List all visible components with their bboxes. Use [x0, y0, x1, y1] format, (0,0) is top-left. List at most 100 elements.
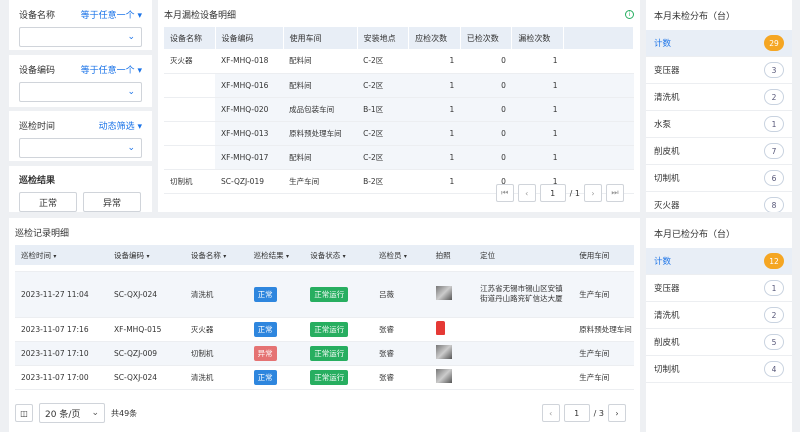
count-badge: 8 [764, 197, 784, 212]
page-input[interactable]: 1 [539, 184, 566, 202]
stat-label: 水泵 [654, 120, 672, 130]
table-cell: XF-MHQ-020 [215, 97, 284, 122]
table-row[interactable]: XF-MHQ-013 原料预处理车间 C-2区 1 0 1 [164, 121, 634, 146]
stat-row[interactable]: 削皮机 5 [646, 329, 792, 356]
missed-pager: ⏮ ‹ 1 / 1 › ⏭ [495, 184, 624, 202]
photo-thumbnail[interactable] [435, 369, 452, 383]
col-header[interactable]: 设备编码 ▾ [108, 245, 185, 265]
next-page-button[interactable]: › [584, 184, 602, 202]
checked-panel: 本月已检分布（台） 计数 12 变压器 1 清洗机 2 削皮机 5 切制机 4 [646, 218, 792, 432]
result-tag: 正常 [253, 286, 277, 302]
col-header[interactable]: 使用车间 [573, 245, 634, 265]
cell-code: SC-QZJ-009 [108, 341, 185, 366]
table-row[interactable]: XF-MHQ-017 配料间 C-2区 1 0 1 [164, 145, 634, 170]
cell-time: 2023-11-07 17:10 [15, 341, 109, 366]
abnormal-button[interactable]: 异常 [83, 192, 141, 212]
extinguisher-photo[interactable] [435, 321, 445, 335]
status-tag: 正常运行 [310, 345, 349, 361]
stat-label: 清洗机 [654, 311, 680, 321]
table-cell: 1 [511, 73, 564, 98]
inspect-time-select[interactable]: ⌄ [19, 138, 142, 158]
records-table-wrap[interactable]: 巡检时间 ▾ 设备编码 ▾ 设备名称 ▾ 巡检结果 ▾ 设备状态 ▾ 巡检员 ▾ 拍照 定位使… [15, 245, 634, 397]
filter-result: 巡检结果 正常 异常 [9, 166, 152, 212]
col-header[interactable]: 定位 [474, 245, 574, 265]
filter-mode-dropdown[interactable]: 动态筛选 ▾ [99, 119, 142, 132]
table-cell: 1 [408, 97, 461, 122]
table-cell: 配料间 [283, 49, 358, 74]
next-page-button[interactable]: › [608, 404, 626, 422]
table-cell: 灭火器 [164, 49, 216, 74]
cell-location [474, 365, 574, 390]
stat-row[interactable]: 变压器 1 [646, 275, 792, 302]
col-header[interactable]: 设备状态 ▾ [304, 245, 373, 265]
stat-row[interactable]: 清洗机 2 [646, 302, 792, 329]
prev-page-button[interactable]: ‹ [541, 404, 560, 422]
count-badge: 2 [764, 89, 784, 105]
count-badge: 12 [764, 253, 784, 269]
table-row[interactable]: 2023-11-07 17:00 SC-QXJ-024 清洗机 正常 正常运行 张睿 生产车… [15, 365, 634, 390]
table-cell: B-2区 [357, 169, 409, 194]
stat-row-total[interactable]: 计数 29 [646, 30, 792, 57]
cell-name: 切制机 [184, 341, 248, 366]
table-cell: 切制机 [164, 169, 216, 194]
page-input[interactable]: 1 [563, 404, 590, 422]
page-size-select[interactable]: 20 条/页 ⌄ [39, 403, 105, 423]
col-header: 应检次数 [408, 27, 461, 49]
col-header: 漏检次数 [511, 27, 564, 49]
records-panel: 巡检记录明细 巡检时间 ▾ 设备编码 ▾ 设备名称 ▾ 巡检结果 ▾ 设备状态 ▾ 巡检员… [9, 218, 640, 432]
last-page-button[interactable]: ⏭ [606, 184, 624, 202]
photo-thumbnail[interactable] [435, 286, 452, 300]
stat-row-total[interactable]: 计数 12 [646, 248, 792, 275]
stat-row[interactable]: 清洗机 2 [646, 84, 792, 111]
stat-row[interactable]: 削皮机 7 [646, 138, 792, 165]
count-badge: 3 [764, 62, 784, 78]
filter-mode-dropdown[interactable]: 等于任意一个 ▾ [81, 63, 142, 76]
stat-row[interactable]: 灭火器 8 [646, 192, 792, 212]
records-table: 巡检时间 ▾ 设备编码 ▾ 设备名称 ▾ 巡检结果 ▾ 设备状态 ▾ 巡检员 ▾ 拍照 定位使… [15, 245, 634, 390]
stat-label: 削皮机 [654, 338, 680, 348]
normal-button[interactable]: 正常 [19, 192, 77, 212]
col-header[interactable]: 设备名称 ▾ [184, 245, 248, 265]
table-row[interactable]: XF-MHQ-016 配料间 C-2区 1 0 1 [164, 73, 634, 98]
table-cell: 1 [511, 49, 564, 74]
table-row[interactable]: 2023-11-27 11:04 SC-QXJ-024 清洗机 正常 正常运行 吕薇 江苏省… [15, 271, 634, 318]
table-cell [164, 145, 216, 170]
stat-row[interactable]: 变压器 3 [646, 57, 792, 84]
chevron-down-icon: ⌄ [127, 32, 135, 42]
table-row[interactable]: XF-MHQ-020 成品包装车间 B-1区 1 0 1 [164, 97, 634, 122]
stat-row[interactable]: 切制机 6 [646, 165, 792, 192]
table-cell: XF-MHQ-016 [215, 73, 284, 98]
col-header[interactable]: 拍照 [429, 245, 475, 265]
table-cell: B-1区 [357, 97, 409, 122]
table-row[interactable]: 灭火器 XF-MHQ-018 配料间 C-2区 1 0 1 [164, 49, 634, 74]
photo-thumbnail[interactable] [435, 345, 452, 359]
stat-row[interactable]: 水泵 1 [646, 111, 792, 138]
prev-page-button[interactable]: ‹ [517, 184, 536, 202]
column-settings-icon[interactable]: ◫ [15, 404, 33, 422]
table-row[interactable]: 2023-11-07 17:16 XF-MHQ-015 灭火器 正常 正常运行 张睿 原料预… [15, 317, 634, 342]
table-row[interactable]: 2023-11-07 17:10 SC-QZJ-009 切制机 异常 正常运行 张睿 生产车… [15, 341, 634, 366]
table-cell: 1 [408, 73, 461, 98]
stat-label: 清洗机 [654, 93, 680, 103]
table-cell: XF-MHQ-017 [215, 145, 284, 170]
table-cell: 1 [408, 145, 461, 170]
col-header[interactable]: 巡检员 ▾ [373, 245, 430, 265]
table-cell [164, 97, 216, 122]
equip-code-select[interactable]: ⌄ [19, 82, 142, 102]
cell-code: XF-MHQ-015 [108, 317, 185, 342]
cell-person: 张睿 [373, 317, 430, 342]
filter-mode-dropdown[interactable]: 等于任意一个 ▾ [81, 8, 142, 21]
checked-title: 本月已检分布（台） [654, 230, 736, 240]
col-header[interactable]: 巡检结果 ▾ [247, 245, 305, 265]
cell-time: 2023-11-27 11:04 [15, 271, 109, 318]
count-badge: 7 [764, 143, 784, 159]
info-icon[interactable]: i [625, 10, 634, 19]
cell-time: 2023-11-07 17:00 [15, 365, 109, 390]
stat-row[interactable]: 切制机 4 [646, 356, 792, 383]
col-header[interactable]: 巡检时间 ▾ [15, 245, 109, 265]
equip-name-select[interactable]: ⌄ [19, 27, 142, 47]
table-cell: C-2区 [357, 121, 409, 146]
count-badge: 29 [764, 35, 784, 51]
first-page-button[interactable]: ⏮ [495, 184, 514, 202]
table-cell: 成品包装车间 [283, 97, 358, 122]
